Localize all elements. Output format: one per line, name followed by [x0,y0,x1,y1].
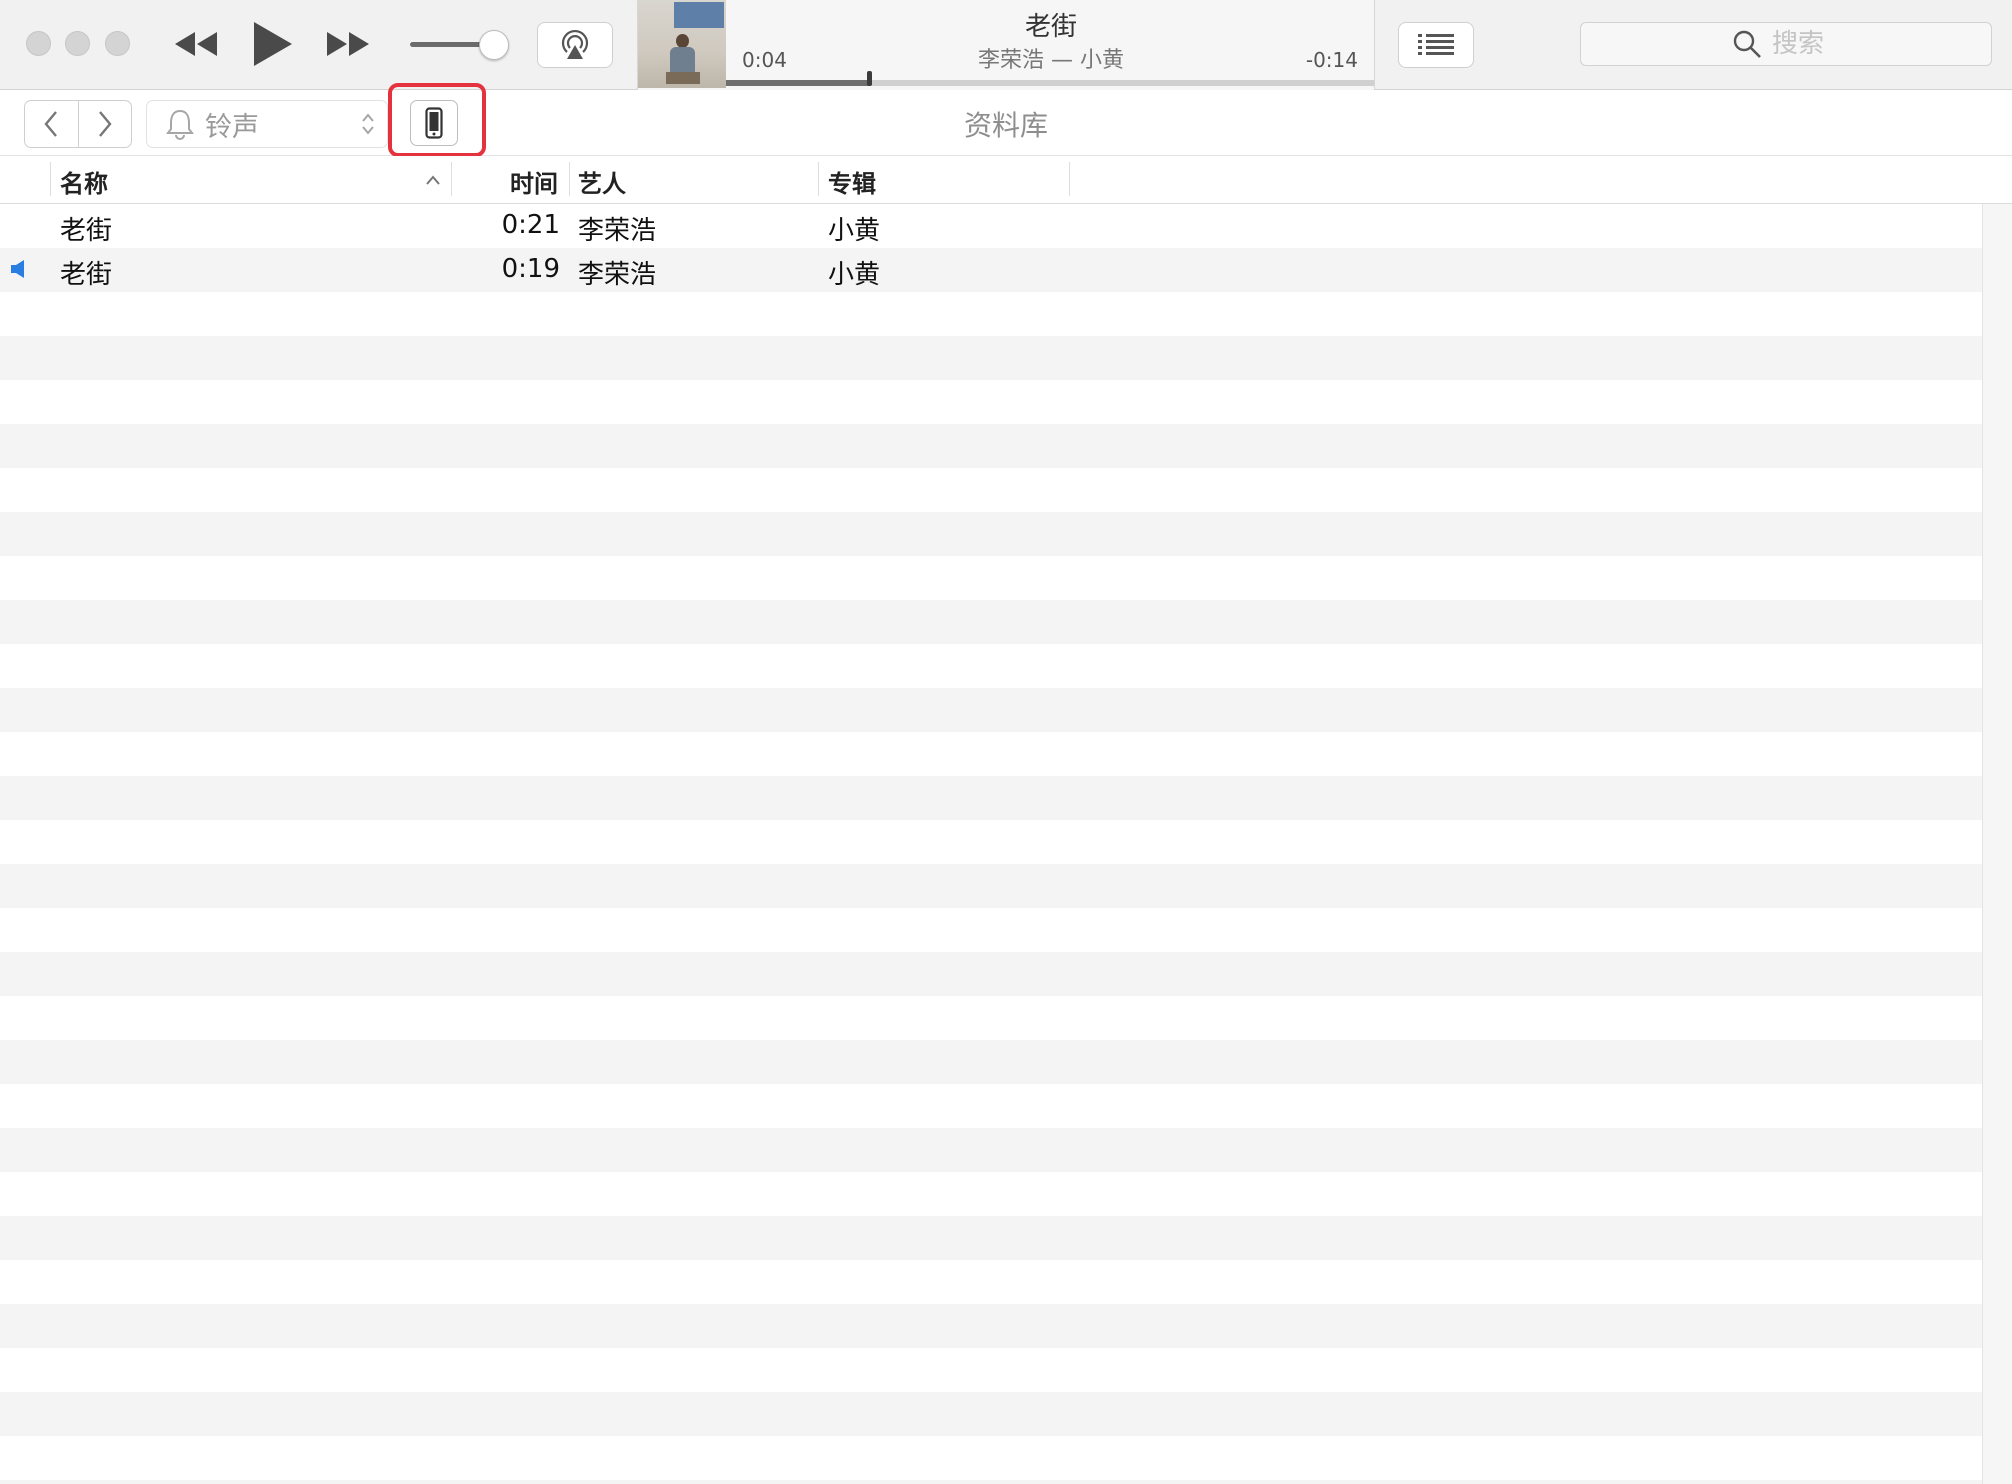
airplay-button[interactable] [537,22,613,68]
song-album: 小黄 [828,260,881,290]
iphone-icon [425,107,443,139]
column-divider [1069,162,1070,196]
navigation-bar: 铃声 资料库 [0,90,2012,156]
song-name: 老街 [60,260,113,290]
search-icon [1733,30,1761,58]
song-list-header: 名称 时间 艺人 专辑 [0,156,2012,204]
fast-forward-icon [327,32,369,56]
song-artist: 李荣浩 [578,260,657,290]
search-input[interactable] [1770,28,1840,60]
now-playing-speaker-icon [11,260,24,278]
playhead[interactable] [866,71,872,86]
column-divider [451,162,452,196]
song-name: 老街 [60,216,113,246]
airplay-icon [561,30,589,59]
column-divider [569,162,570,196]
section-title: 资料库 [963,109,1048,142]
device-button[interactable] [410,100,458,146]
progress-fill [726,80,869,86]
minimize-window-button[interactable] [65,31,90,56]
list-icon [1418,34,1454,55]
next-button[interactable] [318,16,378,72]
search-field[interactable] [1580,22,1992,66]
previous-button[interactable] [166,16,226,72]
song-artist: 李荣浩 [578,216,657,246]
volume-knob[interactable] [479,30,509,60]
scrollbar-track[interactable] [1982,204,2012,1484]
now-playing-display: 老街 李荣浩 — 小黄 0:04 -0:14 [637,0,1375,90]
close-window-button[interactable] [26,31,51,56]
now-playing-artist-album: 李荣浩 — 小黄 [978,48,1124,73]
column-header-artist[interactable]: 艺人 [578,164,626,204]
play-button[interactable] [244,16,300,72]
rewind-icon [175,32,217,56]
column-header-album[interactable]: 专辑 [828,164,876,204]
column-divider [50,162,51,196]
zoom-window-button[interactable] [105,31,130,56]
song-time: 0:19 [501,254,560,284]
play-icon [254,22,292,66]
title-bar: 老街 李荣浩 — 小黄 0:04 -0:14 [0,0,2012,90]
column-divider [818,162,819,196]
song-list: 老街 0:21 李荣浩 小黄 老街 0:19 李荣浩 小黄 [0,204,1982,1484]
song-time: 0:21 [501,210,560,240]
playback-progress-bar[interactable] [726,71,1374,86]
now-playing-title: 老街 [1024,12,1077,42]
up-next-button[interactable] [1398,22,1474,68]
table-row[interactable]: 老街 0:19 李荣浩 小黄 [0,248,1982,292]
table-row[interactable]: 老街 0:21 李荣浩 小黄 [0,204,1982,248]
song-album: 小黄 [828,216,881,246]
remaining-time[interactable]: -0:14 [1306,48,1358,72]
column-header-name[interactable]: 名称 [60,164,108,204]
column-header-time[interactable]: 时间 [510,164,558,204]
album-artwork[interactable] [638,0,726,88]
elapsed-time: 0:04 [742,48,787,72]
sort-ascending-icon[interactable] [425,174,441,186]
